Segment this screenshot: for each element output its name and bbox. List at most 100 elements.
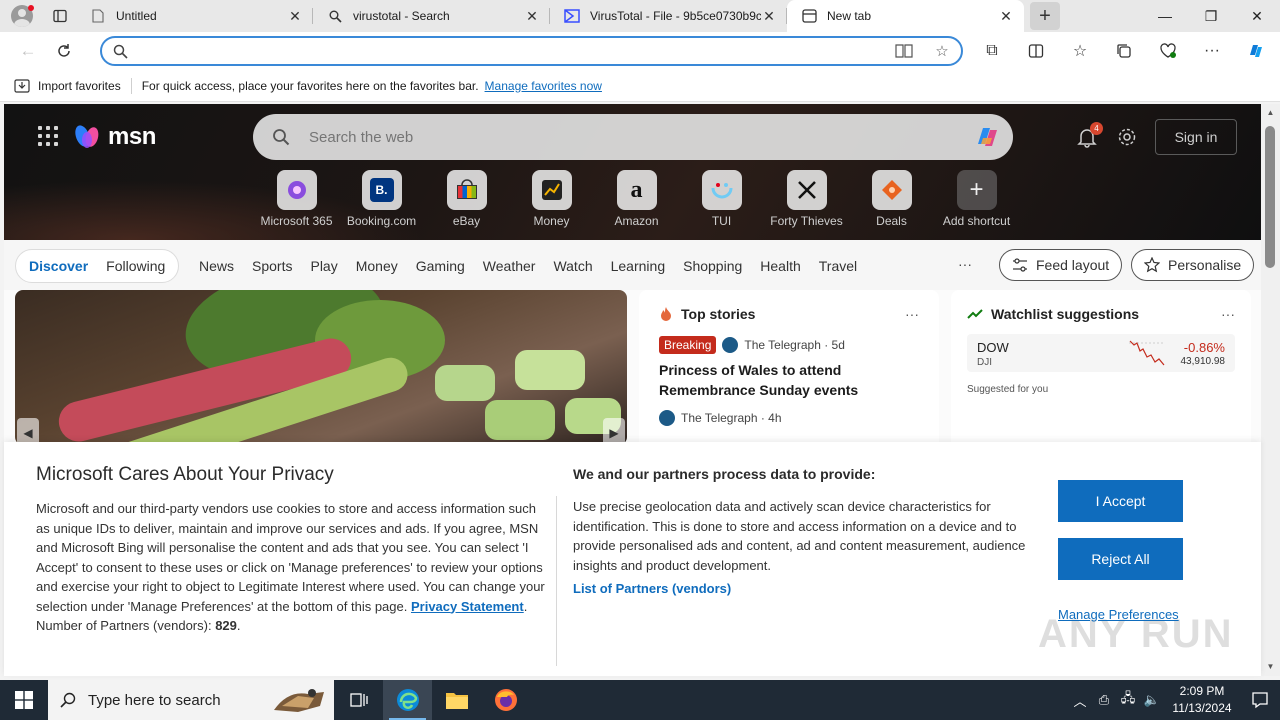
performance-button[interactable] — [1146, 35, 1190, 67]
shortcut-ebay[interactable]: eBay — [424, 170, 509, 228]
back-button[interactable]: ← — [10, 35, 46, 67]
profile-button[interactable] — [0, 0, 44, 32]
taskbar-clock[interactable]: 2:09 PM 11/13/2024 — [1164, 683, 1240, 717]
privacy-statement-link[interactable]: Privacy Statement — [411, 599, 524, 614]
volume-icon[interactable]: 🔈 — [1140, 692, 1164, 708]
address-bar[interactable]: ☆ — [100, 36, 963, 66]
shortcut-tui[interactable]: TUI — [679, 170, 764, 228]
tab-actions-button[interactable] — [44, 0, 76, 32]
tab-shopping[interactable]: Shopping — [674, 258, 751, 274]
shortcut-add[interactable]: + Add shortcut — [934, 170, 1019, 228]
shortcut-forty-thieves[interactable]: Forty Thieves — [764, 170, 849, 228]
task-view-button[interactable] — [334, 680, 383, 720]
close-icon[interactable]: ✕ — [761, 8, 777, 24]
shortcut-microsoft-365[interactable]: Microsoft 365 — [254, 170, 339, 228]
extensions-button[interactable]: ⧉ — [970, 35, 1014, 67]
address-input[interactable] — [138, 43, 885, 59]
list-of-partners-link[interactable]: List of Partners (vendors) — [573, 581, 731, 596]
tab-travel[interactable]: Travel — [810, 258, 866, 274]
shortcut-money[interactable]: Money — [509, 170, 594, 228]
tab-play[interactable]: Play — [301, 258, 346, 274]
close-icon[interactable]: ✕ — [287, 8, 303, 24]
device-icon[interactable]: ⎙ — [1092, 692, 1116, 708]
story-headline-link[interactable]: Princess of Wales to attend Remembrance … — [659, 360, 919, 400]
taskbar-edge[interactable] — [383, 680, 432, 720]
close-icon[interactable]: ✕ — [998, 8, 1014, 24]
tab-virustotal-file[interactable]: VirusTotal - File - 9b5ce0730b9c0 ✕ — [550, 0, 787, 32]
taskbar-search-box[interactable]: Type here to search — [48, 680, 334, 720]
reject-all-button[interactable]: Reject All — [1058, 538, 1183, 580]
tab-sports[interactable]: Sports — [243, 258, 301, 274]
collections-button[interactable] — [1102, 35, 1146, 67]
folder-icon — [445, 693, 468, 709]
more-categories-button[interactable]: ··· — [958, 256, 972, 272]
tray-overflow-icon[interactable]: ︿ — [1068, 691, 1092, 710]
msn-logo[interactable]: msn — [72, 122, 156, 152]
copilot-icon[interactable] — [961, 122, 1013, 152]
refresh-button[interactable] — [46, 35, 82, 67]
feed-layout-button[interactable]: Feed layout — [999, 249, 1123, 281]
close-icon[interactable]: ✕ — [524, 8, 540, 24]
shortcut-deals[interactable]: Deals — [849, 170, 934, 228]
tab-watch[interactable]: Watch — [544, 258, 601, 274]
search-icon — [102, 44, 138, 59]
tab-gaming[interactable]: Gaming — [407, 258, 474, 274]
minimize-button[interactable]: — — [1142, 0, 1188, 32]
favorite-star-icon[interactable]: ☆ — [923, 42, 961, 60]
tab-new-tab[interactable]: New tab ✕ — [787, 0, 1024, 32]
favorites-button[interactable]: ☆ — [1058, 35, 1102, 67]
tab-health[interactable]: Health — [751, 258, 809, 274]
top-stories-card: Top stories ··· Breaking The Telegraph ·… — [639, 290, 939, 450]
notification-center-button[interactable] — [1240, 691, 1280, 709]
accept-button[interactable]: I Accept — [1058, 480, 1183, 522]
watchlist-card: Watchlist suggestions ··· DOW DJI -0.86%… — [951, 290, 1251, 450]
copilot-button[interactable] — [1234, 35, 1278, 67]
tab-untitled[interactable]: Untitled ✕ — [76, 0, 313, 32]
tab-weather[interactable]: Weather — [474, 258, 545, 274]
tab-learning[interactable]: Learning — [602, 258, 675, 274]
web-search-box[interactable] — [253, 114, 1013, 160]
personalise-label: Personalise — [1168, 257, 1242, 273]
breaking-badge: Breaking — [659, 336, 717, 354]
scrollbar-thumb[interactable] — [1265, 126, 1275, 268]
more-options-button[interactable]: ··· — [1221, 306, 1235, 322]
manage-preferences-link[interactable]: Manage Preferences — [1058, 607, 1179, 622]
carousel-next-button[interactable]: ▶ — [603, 418, 625, 445]
shortcut-amazon[interactable]: a Amazon — [594, 170, 679, 228]
notification-badge: 4 — [1090, 122, 1103, 135]
page-scrollbar[interactable]: ▲ ▼ — [1261, 104, 1280, 676]
tab-news[interactable]: News — [190, 258, 243, 274]
featured-image-card[interactable]: ◀ ▶ — [15, 290, 627, 445]
tab-title: New tab — [827, 9, 872, 23]
stock-row[interactable]: DOW DJI -0.86% 43,910.98 — [967, 334, 1235, 372]
search-icon — [327, 8, 343, 24]
settings-menu-button[interactable]: ··· — [1190, 35, 1234, 67]
taskbar-file-explorer[interactable] — [432, 680, 481, 720]
window-close-button[interactable]: ✕ — [1234, 0, 1280, 32]
start-button[interactable] — [0, 680, 48, 720]
scroll-down-arrow-icon[interactable]: ▼ — [1261, 660, 1280, 674]
split-screen-button[interactable] — [1014, 35, 1058, 67]
manage-favorites-link[interactable]: Manage favorites now — [485, 79, 602, 93]
tab-following[interactable]: Following — [97, 258, 174, 274]
new-tab-button[interactable]: + — [1030, 2, 1060, 30]
network-icon[interactable]: 🖧 — [1116, 689, 1140, 711]
taskbar-firefox[interactable] — [481, 680, 530, 720]
personalise-button[interactable]: Personalise — [1131, 249, 1255, 281]
tab-virustotal-search[interactable]: virustotal - Search ✕ — [313, 0, 550, 32]
notifications-button[interactable]: 4 — [1076, 122, 1103, 151]
tab-discover[interactable]: Discover — [20, 258, 97, 274]
carousel-prev-button[interactable]: ◀ — [17, 418, 39, 445]
tab-money[interactable]: Money — [347, 258, 407, 274]
web-search-input[interactable] — [309, 128, 961, 146]
windows-logo-icon — [15, 691, 33, 709]
restore-button[interactable]: ❐ — [1188, 0, 1234, 32]
immersive-reader-icon[interactable] — [885, 43, 923, 59]
page-settings-button[interactable] — [1116, 126, 1138, 151]
app-launcher-icon[interactable] — [38, 126, 58, 146]
shortcut-booking[interactable]: B. Booking.com — [339, 170, 424, 228]
import-favorites-button[interactable]: Import favorites — [14, 79, 131, 93]
more-options-button[interactable]: ··· — [905, 306, 919, 322]
sign-in-button[interactable]: Sign in — [1155, 119, 1237, 155]
scroll-up-arrow-icon[interactable]: ▲ — [1261, 106, 1280, 120]
